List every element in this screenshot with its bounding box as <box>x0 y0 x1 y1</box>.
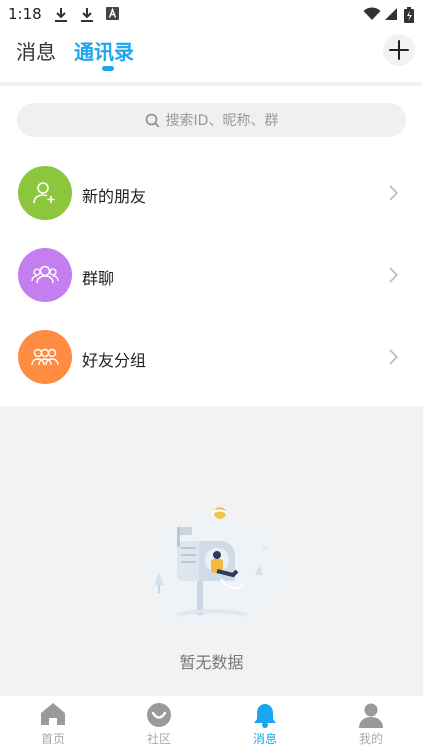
nav-item-home[interactable]: 首页 <box>0 696 106 752</box>
person-icon <box>359 703 383 728</box>
chevron-right-icon <box>389 349 399 365</box>
multi-group-icon <box>18 330 72 384</box>
add-button[interactable] <box>383 34 415 66</box>
search-icon <box>145 113 160 128</box>
signal-icon <box>385 8 397 20</box>
status-time: 1:18 <box>8 5 42 23</box>
list-item-group-chat[interactable]: 群聊 <box>0 234 423 316</box>
empty-state-text: 暂无数据 <box>179 653 244 672</box>
tab-contacts[interactable]: 通讯录 <box>74 36 134 65</box>
list-item-label: 新的朋友 <box>82 187 147 206</box>
empty-mailbox-illustration <box>150 507 280 629</box>
wifi-icon <box>363 7 381 20</box>
contacts-card: 搜索ID、昵称、群 新的朋友 群聊 好友分组 <box>0 86 423 406</box>
tab-messages[interactable]: 消息 <box>16 36 56 65</box>
group-icon <box>18 248 72 302</box>
list-item-label: 群聊 <box>82 269 115 288</box>
chevron-right-icon <box>389 185 399 201</box>
list-item-friend-groups[interactable]: 好友分组 <box>0 316 423 398</box>
nav-label: 我的 <box>358 732 383 746</box>
list-item-new-friends[interactable]: 新的朋友 <box>0 152 423 234</box>
nav-item-community[interactable]: 社区 <box>106 696 212 752</box>
download-icon <box>55 8 67 22</box>
community-icon <box>147 703 171 727</box>
nav-item-profile[interactable]: 我的 <box>318 696 423 752</box>
nav-label: 首页 <box>40 732 65 746</box>
plus-icon <box>389 40 409 60</box>
battery-icon <box>404 7 414 23</box>
home-icon <box>41 703 65 725</box>
nav-label: 社区 <box>146 732 171 746</box>
bell-icon <box>254 704 276 728</box>
search-placeholder: 搜索ID、昵称、群 <box>165 113 279 129</box>
nav-item-messages[interactable]: 消息 <box>212 696 318 752</box>
list-item-label: 好友分组 <box>82 351 147 370</box>
status-bar: 1:18 <box>0 0 423 30</box>
chevron-right-icon <box>389 267 399 283</box>
keyboard-icon <box>106 7 119 20</box>
bottom-nav: 首页 社区 消息 我的 <box>0 696 423 752</box>
search-input[interactable]: 搜索ID、昵称、群 <box>17 103 406 137</box>
download-icon <box>81 8 93 22</box>
active-tab-indicator <box>102 66 114 71</box>
top-header: 消息 通讯录 <box>0 30 423 82</box>
nav-label: 消息 <box>252 732 277 746</box>
add-person-icon <box>18 166 72 220</box>
